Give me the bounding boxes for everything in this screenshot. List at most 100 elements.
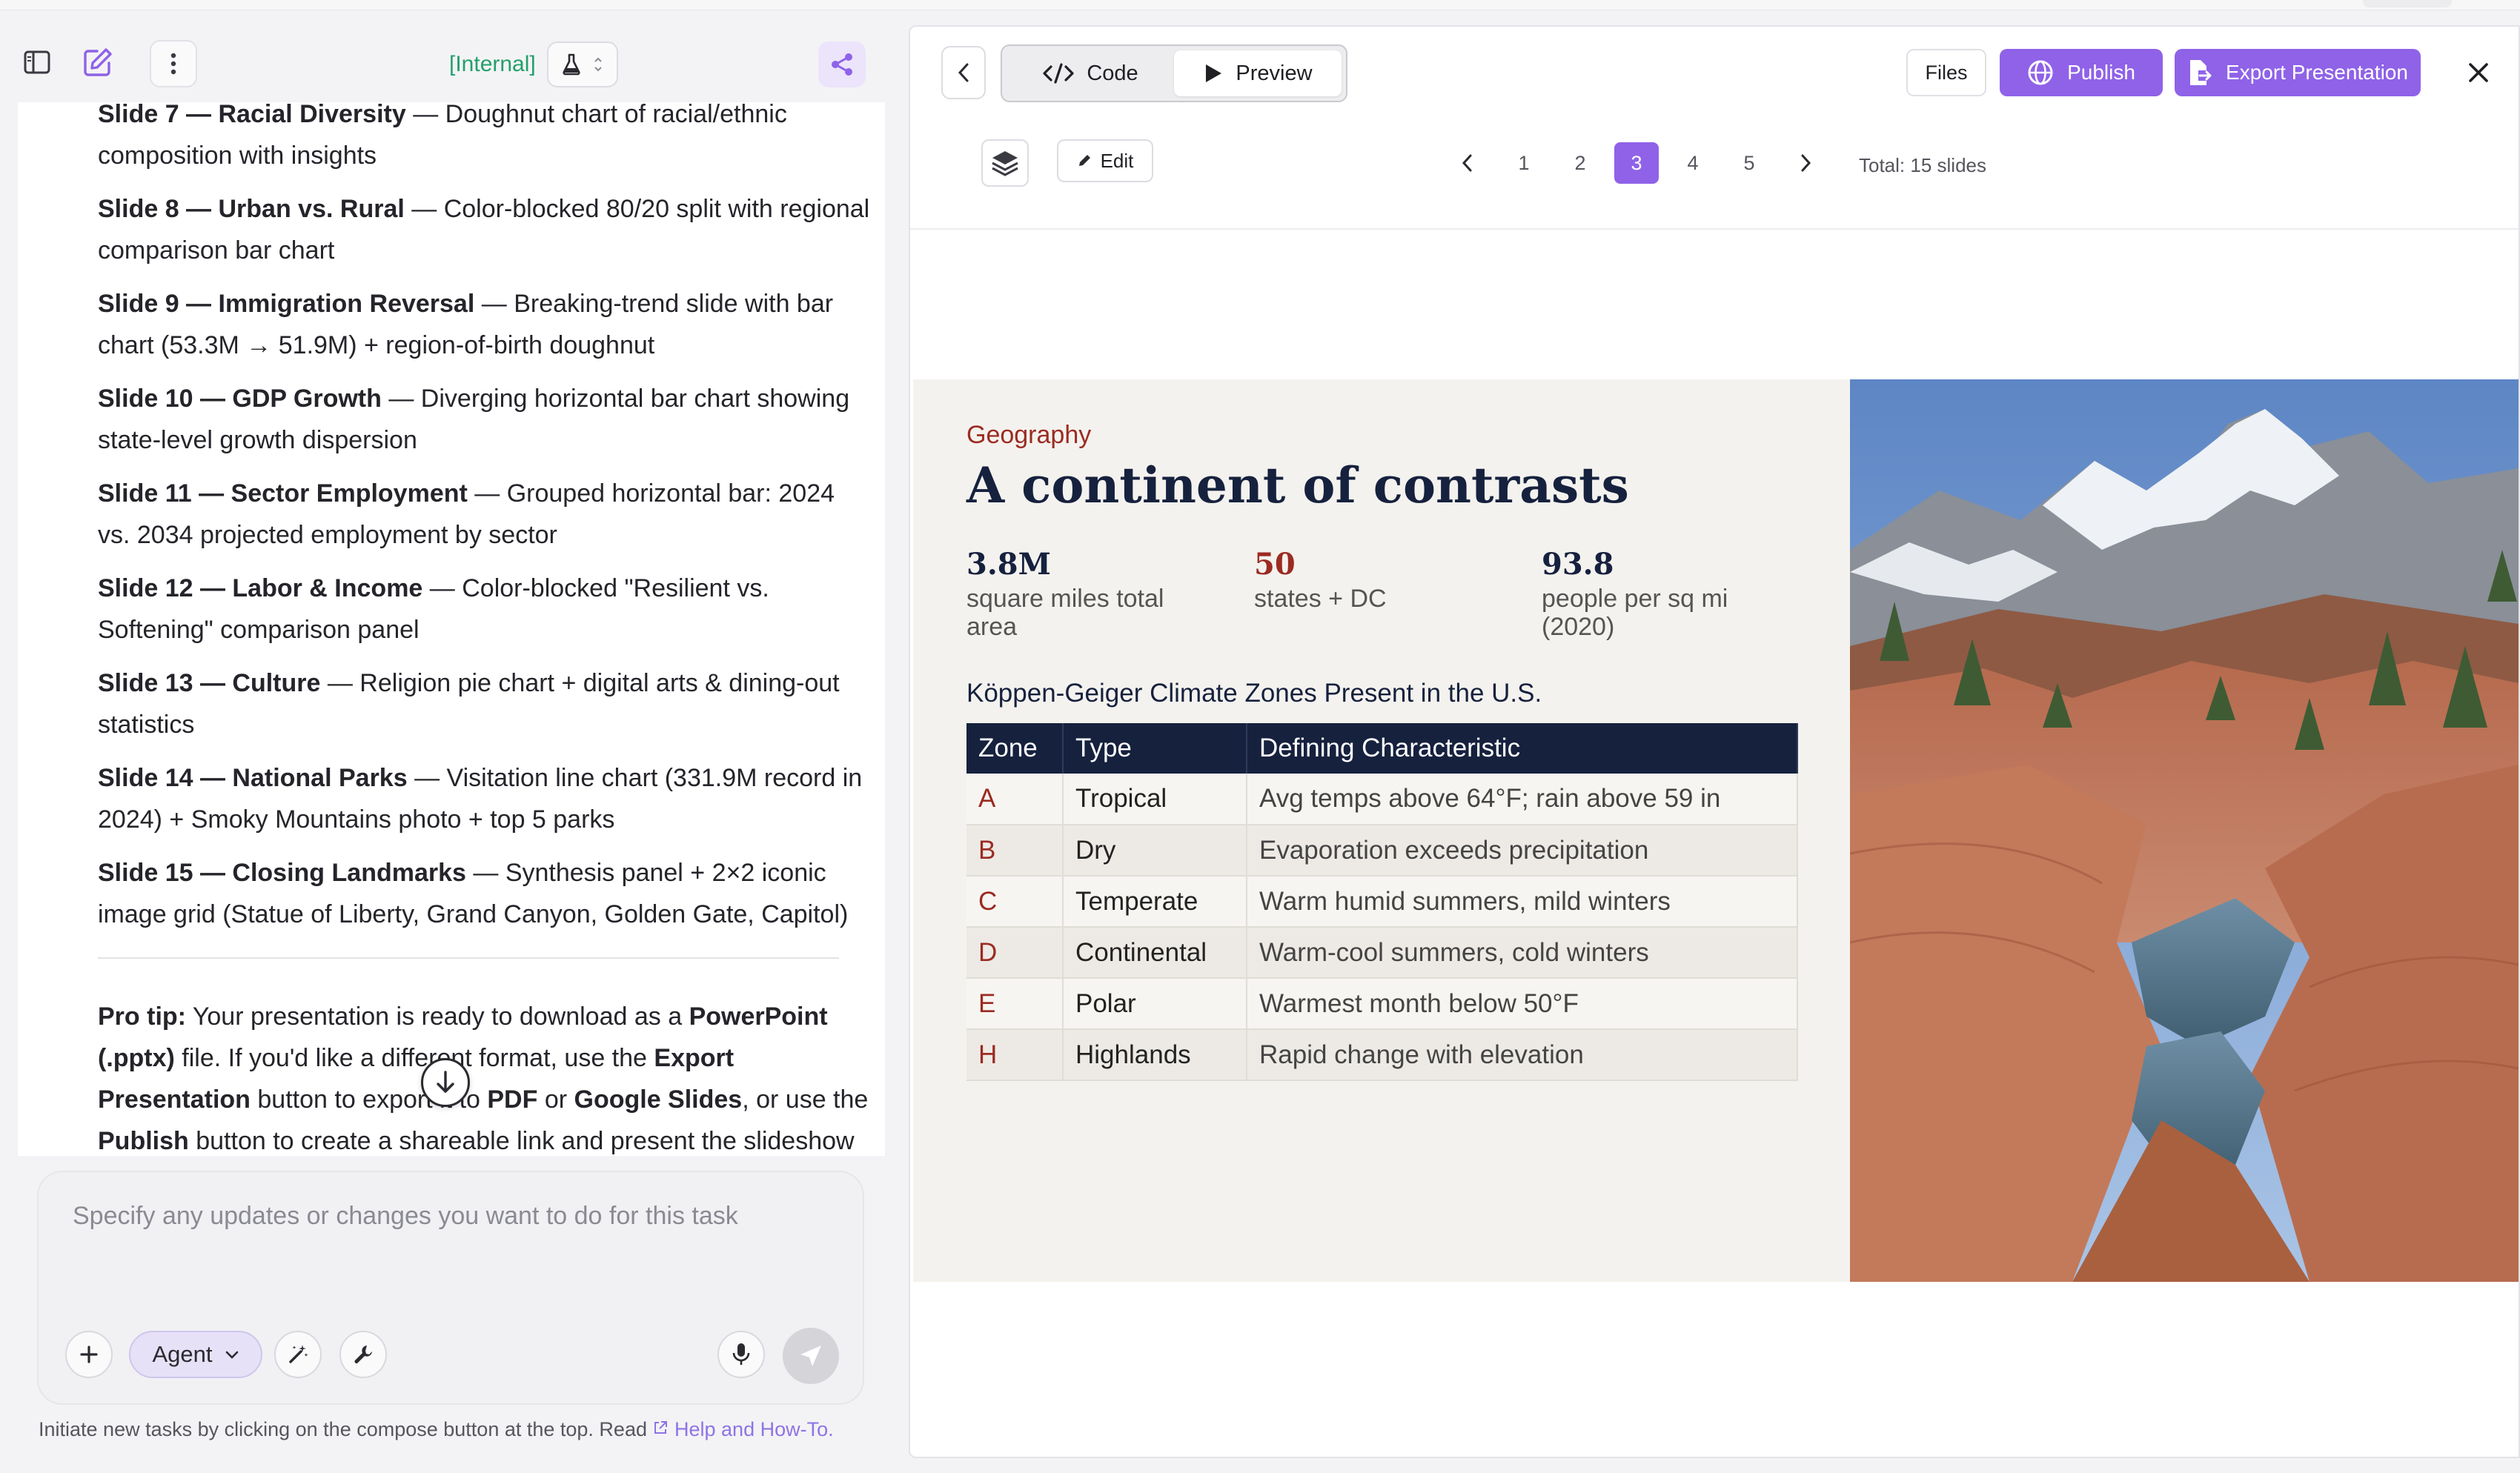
layers-button[interactable] [981, 139, 1029, 187]
task-update-input[interactable] [73, 1202, 814, 1291]
more-vertical-icon [170, 53, 176, 75]
slide-summary-title: Slide 10 — GDP Growth [98, 385, 382, 413]
type-cell: Continental [1063, 927, 1247, 979]
message-composer: Agent [37, 1171, 864, 1405]
chat-transcript: Slide 7 — Racial Diversity — Doughnut ch… [18, 102, 885, 1156]
slide-toolbar: Edit 1 2 3 4 5 Total: 15 slides [910, 119, 2519, 230]
publish-button[interactable]: Publish [2000, 49, 2163, 96]
slide-summary-item: Slide 11 — Sector Employment — Grouped h… [18, 473, 870, 556]
agent-mode-select[interactable]: Agent [129, 1331, 262, 1378]
close-icon [2469, 63, 2488, 82]
canyon-photo [1850, 379, 2519, 1282]
attach-button[interactable] [65, 1331, 113, 1378]
send-button[interactable] [783, 1328, 839, 1384]
pencil-icon [1078, 155, 1090, 166]
scroll-to-bottom-button[interactable] [421, 1058, 470, 1107]
slide-title: A continent of contrasts [966, 456, 1629, 514]
magic-wand-icon [289, 1345, 308, 1363]
slide-summary-item: Slide 12 — Labor & Income — Color-blocke… [18, 568, 870, 651]
slide-summary-item: Slide 10 — GDP Growth — Diverging horizo… [18, 378, 870, 461]
type-cell: Polar [1063, 978, 1247, 1030]
layers-icon [992, 151, 1018, 176]
pro-tip-lead: Pro tip: [98, 1002, 186, 1031]
slide-summary-title: Slide 12 — Labor & Income [98, 574, 423, 602]
stat-value: 3.8M [966, 547, 1051, 582]
stat-label: states + DC [1254, 585, 1387, 613]
pro-tip-text: Your presentation is ready to download a… [185, 1002, 689, 1031]
table-row: D Continental Warm-cool summers, cold wint… [966, 927, 1798, 979]
slide-summary-title: Slide 15 — Closing Landmarks [98, 859, 466, 887]
tools-button[interactable] [339, 1331, 387, 1378]
characteristic-cell: Avg temps above 64°F; rain above 59 in [1247, 774, 1798, 825]
sidebar-toggle-button[interactable] [18, 43, 56, 82]
enhance-prompt-button[interactable] [274, 1331, 322, 1378]
page-2[interactable]: 2 [1558, 142, 1602, 184]
characteristic-cell: Warmest month below 50°F [1247, 978, 1798, 1030]
chevron-right-icon [1801, 154, 1811, 172]
send-icon [800, 1346, 821, 1366]
stat-states: 50 states + DC [1254, 547, 1521, 613]
climate-zones-table: Zone Type Defining Characteristic A Tropi… [966, 723, 1798, 1081]
characteristic-cell: Warm-cool summers, cold winters [1247, 927, 1798, 979]
share-button[interactable] [818, 41, 866, 87]
microphone-icon [732, 1343, 750, 1365]
slide-summary-title: Slide 13 — Culture [98, 669, 321, 697]
internal-label: [Internal] [449, 52, 536, 76]
compose-button[interactable] [77, 41, 119, 83]
table-row: B Dry Evaporation exceeds precipitation [966, 825, 1798, 877]
characteristic-cell: Warm humid summers, mild winters [1247, 876, 1798, 928]
page-3-current[interactable]: 3 [1614, 142, 1659, 184]
prev-slide-button[interactable] [1445, 142, 1490, 184]
edit-label: Edit [1100, 149, 1134, 172]
table-row: A Tropical Avg temps above 64°F; rain abov… [966, 774, 1798, 825]
view-mode-toggle: Code Preview [1001, 44, 1347, 102]
footer-text: Initiate new tasks by clicking on the co… [39, 1418, 653, 1440]
footer-note: Initiate new tasks by clicking on the co… [39, 1418, 834, 1441]
slide-summary-title: Slide 7 — Racial Diversity [98, 102, 406, 128]
close-preview-button[interactable] [2458, 52, 2499, 93]
page-1[interactable]: 1 [1502, 142, 1546, 184]
globe-icon [2028, 60, 2053, 85]
chevron-left-icon [958, 63, 969, 82]
chevron-down-icon [225, 1351, 238, 1359]
agent-mode-label: Agent [152, 1341, 213, 1367]
type-cell: Highlands [1063, 1029, 1247, 1081]
files-button[interactable]: Files [1906, 49, 1986, 96]
stat-density: 93.8 people per sq mi (2020) [1542, 547, 1808, 641]
column-header: Defining Characteristic [1247, 723, 1798, 774]
stat-label: people per sq mi (2020) [1542, 585, 1728, 641]
page-4[interactable]: 4 [1671, 142, 1715, 184]
export-presentation-button[interactable]: Export Presentation [2175, 49, 2421, 96]
share-icon [832, 53, 852, 76]
more-options-button[interactable] [150, 40, 197, 87]
tab-preview-label: Preview [1236, 61, 1313, 85]
table-row: C Temperate Warm humid summers, mild winte… [966, 876, 1798, 928]
chevron-left-icon [1462, 154, 1472, 172]
page-5[interactable]: 5 [1727, 142, 1771, 184]
pro-tip-text: button to create a shareable link and pr… [188, 1127, 855, 1155]
export-label: Export Presentation [2226, 61, 2408, 84]
characteristic-cell: Evaporation exceeds precipitation [1247, 825, 1798, 877]
arrow-down-icon [437, 1071, 454, 1093]
stat-value: 50 [1254, 547, 1296, 582]
voice-input-button[interactable] [717, 1331, 765, 1378]
tab-code[interactable]: Code [1007, 50, 1174, 96]
characteristic-cell: Rapid change with elevation [1247, 1029, 1798, 1081]
files-label: Files [1925, 61, 1968, 84]
slide-summary-item: Slide 7 — Racial Diversity — Doughnut ch… [18, 102, 870, 176]
mode-select[interactable] [547, 41, 618, 87]
slide-summary-title: Slide 14 — National Parks [98, 764, 408, 792]
stat-value: 93.8 [1542, 547, 1614, 582]
column-header: Zone [966, 723, 1064, 774]
stat-label: square miles total area [966, 585, 1164, 641]
slide-summary-item: Slide 13 — Culture — Religion pie chart … [18, 662, 870, 745]
collapse-preview-button[interactable] [941, 46, 986, 99]
help-link[interactable]: Help and How-To. [674, 1418, 834, 1440]
type-cell: Tropical [1063, 774, 1247, 825]
tab-preview[interactable]: Preview [1174, 50, 1342, 96]
column-header: Type [1063, 723, 1247, 774]
next-slide-button[interactable] [1783, 142, 1828, 184]
zone-cell: D [966, 927, 1064, 979]
table-title: Köppen-Geiger Climate Zones Present in t… [966, 679, 1542, 708]
edit-slide-button[interactable]: Edit [1057, 139, 1153, 182]
